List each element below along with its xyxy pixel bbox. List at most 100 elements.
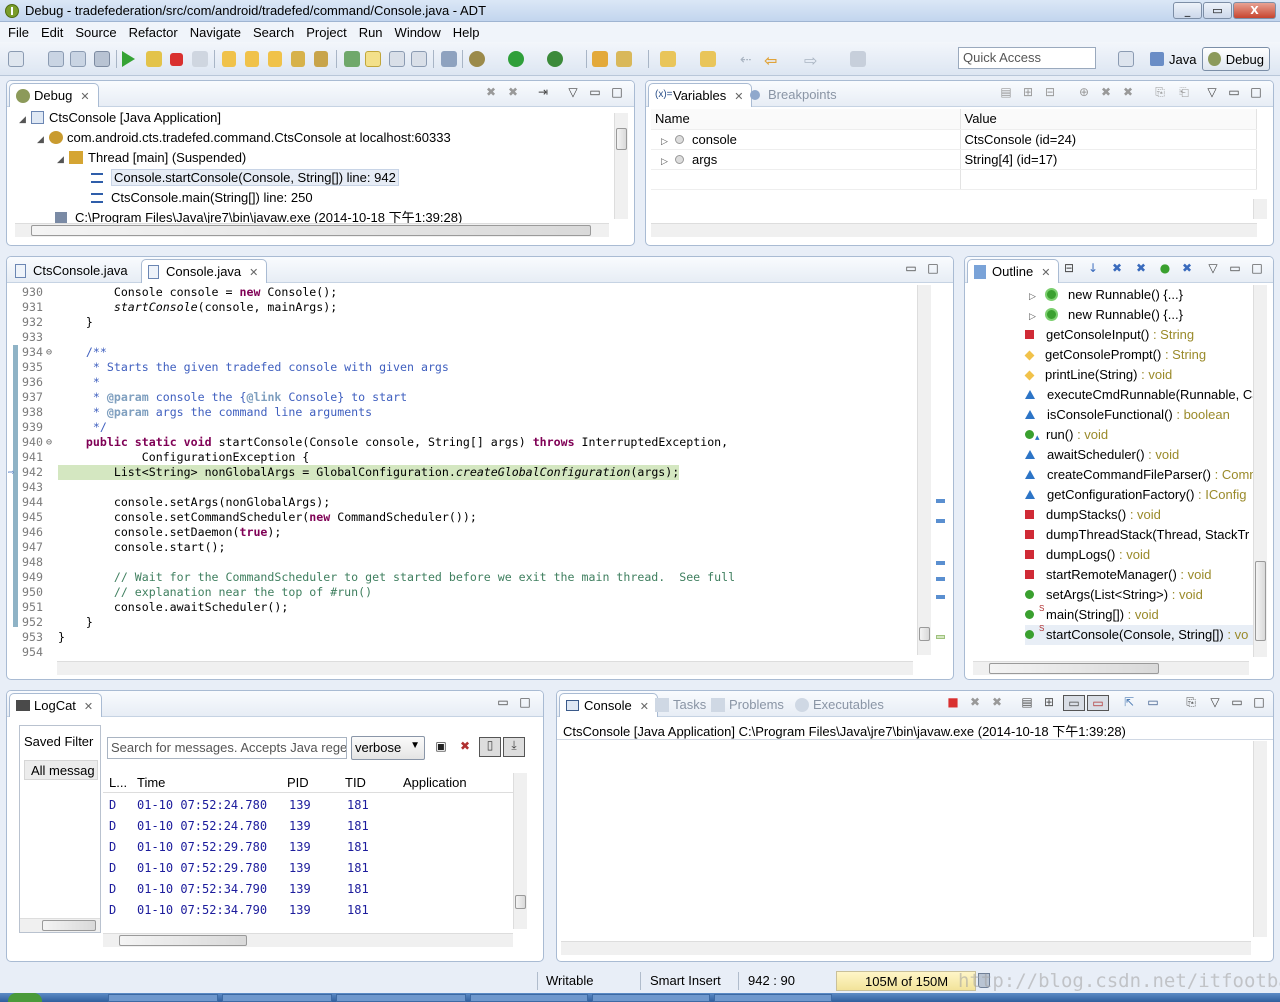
line-number[interactable]: 942 (22, 465, 54, 480)
menu-edit[interactable]: Edit (35, 25, 69, 40)
view-menu-icon[interactable]: ▽ (1204, 85, 1220, 101)
line-number[interactable]: 949 (22, 570, 54, 585)
line-number[interactable]: 951 (22, 600, 54, 615)
code-line[interactable]: 932 } (8, 315, 916, 330)
scroll-lock-icon[interactable]: ⊞ (1041, 695, 1057, 711)
tab-outline[interactable]: Outline ✕ (967, 259, 1060, 283)
console-vertical-scrollbar[interactable] (1253, 741, 1267, 937)
line-number[interactable]: 946 (22, 525, 54, 540)
collapsed-icon[interactable]: ▷ (661, 156, 673, 167)
table-row[interactable]: D 01-10 07:52:24.780 139 181 (103, 795, 513, 816)
java-perspective-button[interactable]: Java (1145, 47, 1201, 71)
logcat-vertical-scrollbar[interactable] (513, 773, 527, 929)
open-console-icon[interactable]: ⎘ (1183, 695, 1199, 711)
overview-ruler[interactable] (933, 285, 947, 655)
taskbar-item[interactable] (108, 994, 218, 1002)
outline-item[interactable]: startRemoteManager() : void (1025, 565, 1211, 585)
display-selected-console-icon[interactable]: ▭ (1145, 695, 1161, 711)
tree-frame[interactable]: CtsConsole.main(String[]) line: 250 (91, 188, 313, 208)
drop-to-frame-icon[interactable] (291, 51, 305, 67)
close-icon[interactable]: ✕ (249, 267, 258, 279)
resume-icon[interactable] (122, 51, 135, 67)
line-number[interactable]: 935 (22, 360, 54, 375)
line-number[interactable]: 930 (22, 285, 54, 300)
outline-item[interactable]: setArgs(List<String>) : void (1025, 585, 1203, 605)
line-number[interactable]: 940 (22, 435, 54, 450)
ruler-mark[interactable] (936, 561, 945, 565)
line-number[interactable]: 938 (22, 405, 54, 420)
code-editor[interactable]: 930 Console console = new Console(); 931 … (8, 283, 916, 659)
show-console-on-output-icon[interactable]: ▭ (1063, 695, 1085, 711)
maximize-button[interactable]: ▭ (1203, 2, 1232, 19)
outline-item[interactable]: getConsolePrompt() : String (1024, 345, 1206, 365)
outline-horizontal-scrollbar[interactable] (973, 661, 1249, 675)
code-line[interactable]: 944 console.setArgs(nonGlobalArgs); (8, 495, 916, 510)
line-number[interactable]: 934 (22, 345, 54, 360)
forward-icon[interactable]: ⇨ (804, 51, 820, 70)
tree-launch[interactable]: ◢ CtsConsole [Java Application] (19, 108, 221, 128)
outline-item[interactable]: createCommandFileParser() : Comm (1025, 465, 1260, 485)
line-number[interactable]: 952 (22, 615, 54, 630)
tab-variables[interactable]: (x)= Variables ✕ (648, 83, 753, 107)
remove-all-icon[interactable]: ✖ (1120, 85, 1136, 101)
disconnect-icon[interactable] (192, 51, 208, 67)
taskbar-item[interactable] (336, 994, 466, 1002)
tab-executables[interactable]: Executables (789, 693, 892, 717)
open-perspective-icon[interactable] (1118, 51, 1134, 67)
table-row[interactable]: D 01-10 07:52:34.790 139 181 (103, 900, 513, 921)
scroll-thumb[interactable] (989, 663, 1159, 674)
log-level-select[interactable]: verbose ▼ (351, 736, 425, 760)
close-icon[interactable]: ✕ (640, 701, 649, 713)
maximize-view-icon[interactable]: □ (1251, 695, 1267, 711)
taskbar-item[interactable] (470, 994, 588, 1002)
code-line[interactable]: 945 console.setCommandScheduler(new Comm… (8, 510, 916, 525)
line-number[interactable]: 936 (22, 375, 54, 390)
maximize-view-icon[interactable]: □ (609, 85, 625, 101)
print-icon[interactable] (94, 51, 110, 67)
outline-item[interactable]: dumpLogs() : void (1025, 545, 1150, 565)
taskbar-item[interactable] (222, 994, 332, 1002)
open-type-icon[interactable] (344, 51, 360, 67)
code-line[interactable]: 951 console.awaitScheduler(); (8, 600, 916, 615)
console-horizontal-scrollbar[interactable] (561, 941, 1251, 955)
tab-logcat[interactable]: LogCat ✕ (9, 693, 103, 717)
step-return-icon[interactable] (268, 51, 282, 67)
minimize-view-icon[interactable]: ▭ (1229, 695, 1245, 711)
tab-problems[interactable]: Problems (705, 693, 792, 717)
minimize-view-icon[interactable]: ▭ (903, 261, 919, 277)
variables-horizontal-scrollbar[interactable] (651, 223, 1257, 237)
close-icon[interactable]: ✕ (1041, 267, 1050, 279)
maximize-view-icon[interactable]: □ (1248, 85, 1264, 101)
menu-source[interactable]: Source (69, 25, 122, 40)
heap-status[interactable]: 105M of 150M (836, 971, 976, 991)
ruler-mark[interactable] (936, 595, 945, 599)
previous-annotation-icon[interactable] (700, 51, 716, 67)
table-row[interactable]: D 01-10 07:52:29.780 139 181 (103, 837, 513, 858)
line-number[interactable]: 933 (22, 330, 54, 345)
show-console-on-error-icon[interactable]: ▭ (1087, 695, 1109, 711)
code-line[interactable]: 935 * Starts the given tradefed console … (8, 360, 916, 375)
menu-help[interactable]: Help (447, 25, 486, 40)
terminate-icon[interactable] (170, 53, 183, 66)
code-line[interactable]: 941 ConfigurationException { (8, 450, 916, 465)
column-header-time[interactable]: Time (137, 775, 165, 790)
skip-breakpoints-icon[interactable] (441, 51, 457, 67)
code-line[interactable]: 933 (8, 330, 916, 345)
outline-item[interactable]: printLine(String) : void (1024, 365, 1172, 385)
tree-thread[interactable]: ◢ Thread [main] (Suspended) (57, 148, 246, 168)
scroll-thumb[interactable] (31, 225, 591, 236)
code-line[interactable]: 937 * @param console the {@link Console}… (8, 390, 916, 405)
code-line[interactable]: 943 (8, 480, 916, 495)
filter-all-messages[interactable]: All messag (24, 760, 98, 780)
outline-item[interactable]: isConsoleFunctional() : boolean (1025, 405, 1230, 425)
outline-item[interactable]: ▷ new Runnable() {...} (1029, 285, 1183, 305)
line-number[interactable]: 941 (22, 450, 54, 465)
line-number[interactable]: 937 (22, 390, 54, 405)
line-number[interactable]: 939 (22, 420, 54, 435)
ruler-mark[interactable] (936, 499, 945, 503)
step-filter-icon[interactable]: ⇥ (535, 85, 551, 101)
filters-horizontal-scrollbar[interactable] (20, 918, 100, 932)
new-view-icon[interactable]: ⎘ (1152, 85, 1168, 101)
block-selection-icon[interactable] (389, 51, 405, 67)
remove-terminated-icon[interactable]: ✖ (483, 85, 499, 101)
